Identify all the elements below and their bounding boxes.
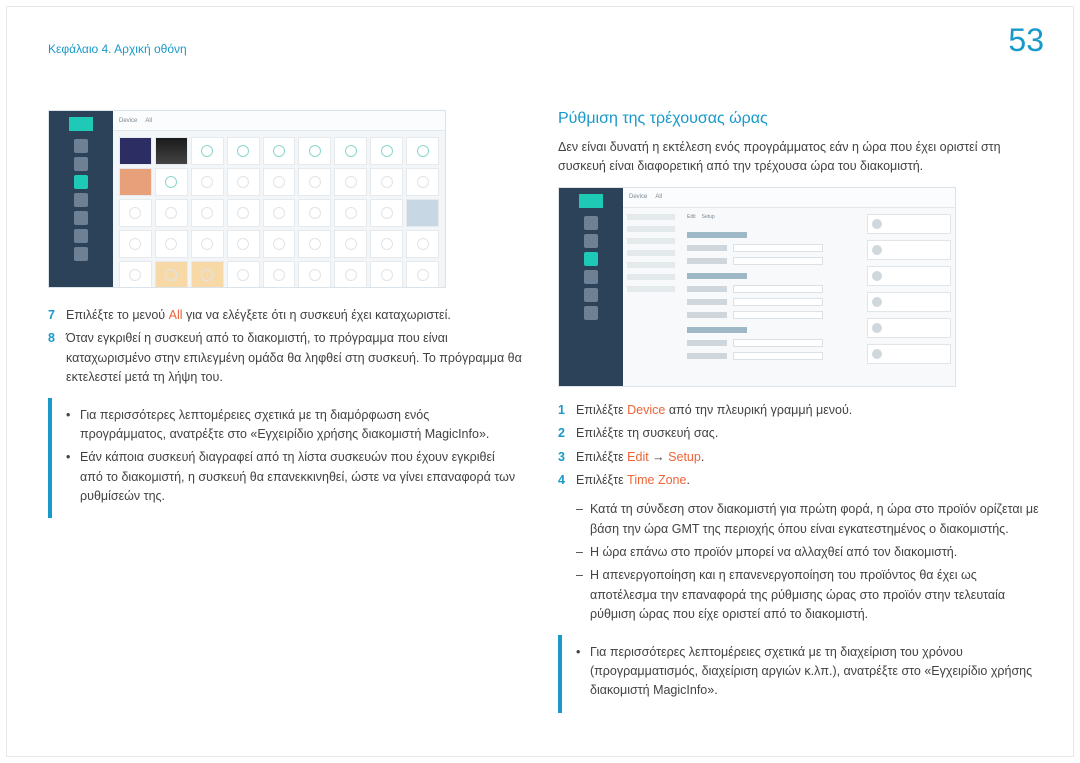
text: Επιλέξτε (576, 473, 627, 487)
em-timezone: Time Zone (627, 473, 686, 487)
list-item-2: 2 Επιλέξτε τη συσκευή σας. (558, 424, 1046, 443)
dash-item: Η απενεργοποίηση και η επανενεργοποίηση … (576, 566, 1046, 624)
sidebar-icon (74, 139, 88, 153)
arrow-icon: → (649, 450, 668, 464)
em-device: Device (627, 403, 665, 417)
chapter-label: Κεφάλαιο 4. Αρχική οθόνη (48, 42, 187, 56)
dash-item: Κατά τη σύνδεση στον διακομιστή για πρώτ… (576, 500, 1046, 539)
thumb-tab-all: All (655, 194, 662, 200)
text: για να ελέγξετε ότι η συσκευή έχει καταχ… (183, 308, 451, 322)
list-item-1: 1 Επιλέξτε Device από την πλευρική γραμμ… (558, 401, 1046, 420)
sidebar-icon (584, 270, 598, 284)
text: από την πλευρική γραμμή μενού. (665, 403, 852, 417)
sidebar-icon (74, 247, 88, 261)
thumb-header: Device All (623, 188, 955, 208)
text: . (701, 450, 704, 464)
text: Για περισσότερες λεπτομέρειες σχετικά με… (590, 645, 1032, 698)
thumb-grid (113, 131, 445, 287)
thumb-sidebar (559, 188, 623, 386)
text: Όταν εγκριθεί η συσκευή από το διακομιστ… (66, 331, 522, 384)
thumb-sidebar (49, 111, 113, 287)
sidebar-icon (74, 229, 88, 243)
text: Επιλέξτε το μενού (66, 308, 169, 322)
sidebar-icon-device (584, 252, 598, 266)
sidebar-icon (584, 306, 598, 320)
em-all: All (169, 308, 183, 322)
right-column: Ρύθμιση της τρέχουσας ώρας Δεν είναι δυν… (558, 110, 1046, 725)
em-edit: Edit (627, 450, 649, 464)
list-item-3: 3 Επιλέξτε Edit → Setup. (558, 448, 1046, 467)
logo-icon (69, 117, 93, 131)
note-box-right: Για περισσότερες λεπτομέρειες σχετικά με… (558, 635, 1046, 713)
thumb-nav (623, 208, 679, 386)
sidebar-icon (584, 234, 598, 248)
dash-item: Η ώρα επάνω στο προϊόν μπορεί να αλλαχθε… (576, 543, 1046, 562)
screenshot-setup-form: Device All EditSetup (558, 187, 956, 387)
logo-icon (579, 194, 603, 208)
thumb-tab-all: All (145, 118, 152, 124)
text: Κατά τη σύνδεση στον διακομιστή για πρώτ… (590, 502, 1039, 535)
note-item: Εάν κάποια συσκευή διαγραφεί από τη λίστ… (66, 448, 518, 506)
list-item-7: 7 Επιλέξτε το μενού All για να ελέγξετε … (48, 306, 528, 325)
ordered-list-left: 7 Επιλέξτε το μενού All για να ελέγξετε … (48, 306, 528, 388)
note-box-left: Για περισσότερες λεπτομέρειες σχετικά με… (48, 398, 528, 519)
note-item: Για περισσότερες λεπτομέρειες σχετικά με… (66, 406, 518, 445)
text: . (686, 473, 689, 487)
sidebar-icon (584, 216, 598, 230)
page-number: 53 (1008, 22, 1044, 59)
sidebar-icon (584, 288, 598, 302)
sidebar-icon (74, 193, 88, 207)
sidebar-icon-device (74, 175, 88, 189)
thumb-title: Device (119, 118, 137, 124)
text: Η ώρα επάνω στο προϊόν μπορεί να αλλαχθε… (590, 545, 957, 559)
dash-list: Κατά τη σύνδεση στον διακομιστή για πρώτ… (576, 500, 1046, 624)
thumb-cards (863, 208, 955, 386)
sidebar-icon (74, 157, 88, 171)
thumb-form: EditSetup (679, 208, 863, 386)
em-setup: Setup (668, 450, 701, 464)
ordered-list-right: 1 Επιλέξτε Device από την πλευρική γραμμ… (558, 401, 1046, 491)
left-column: Device All 7 Επιλέξτε το μενού All για ν… (48, 110, 528, 530)
text: Επιλέξτε (576, 450, 627, 464)
text: Επιλέξτε (576, 403, 627, 417)
text: Εάν κάποια συσκευή διαγραφεί από τη λίστ… (80, 450, 515, 503)
section-heading: Ρύθμιση της τρέχουσας ώρας (558, 110, 1046, 128)
text: Η απενεργοποίηση και η επανενεργοποίηση … (590, 568, 1005, 621)
sidebar-icon (74, 211, 88, 225)
text: Επιλέξτε τη συσκευή σας. (576, 426, 718, 440)
screenshot-device-grid: Device All (48, 110, 446, 288)
list-item-8: 8 Όταν εγκριθεί η συσκευή από το διακομι… (48, 329, 528, 387)
thumb-header: Device All (113, 111, 445, 131)
intro-paragraph: Δεν είναι δυνατή η εκτέλεση ενός προγράμ… (558, 138, 1046, 177)
text: Για περισσότερες λεπτομέρειες σχετικά με… (80, 408, 489, 441)
thumb-title: Device (629, 194, 647, 200)
list-item-4: 4 Επιλέξτε Time Zone. (558, 471, 1046, 490)
note-item: Για περισσότερες λεπτομέρειες σχετικά με… (576, 643, 1036, 701)
